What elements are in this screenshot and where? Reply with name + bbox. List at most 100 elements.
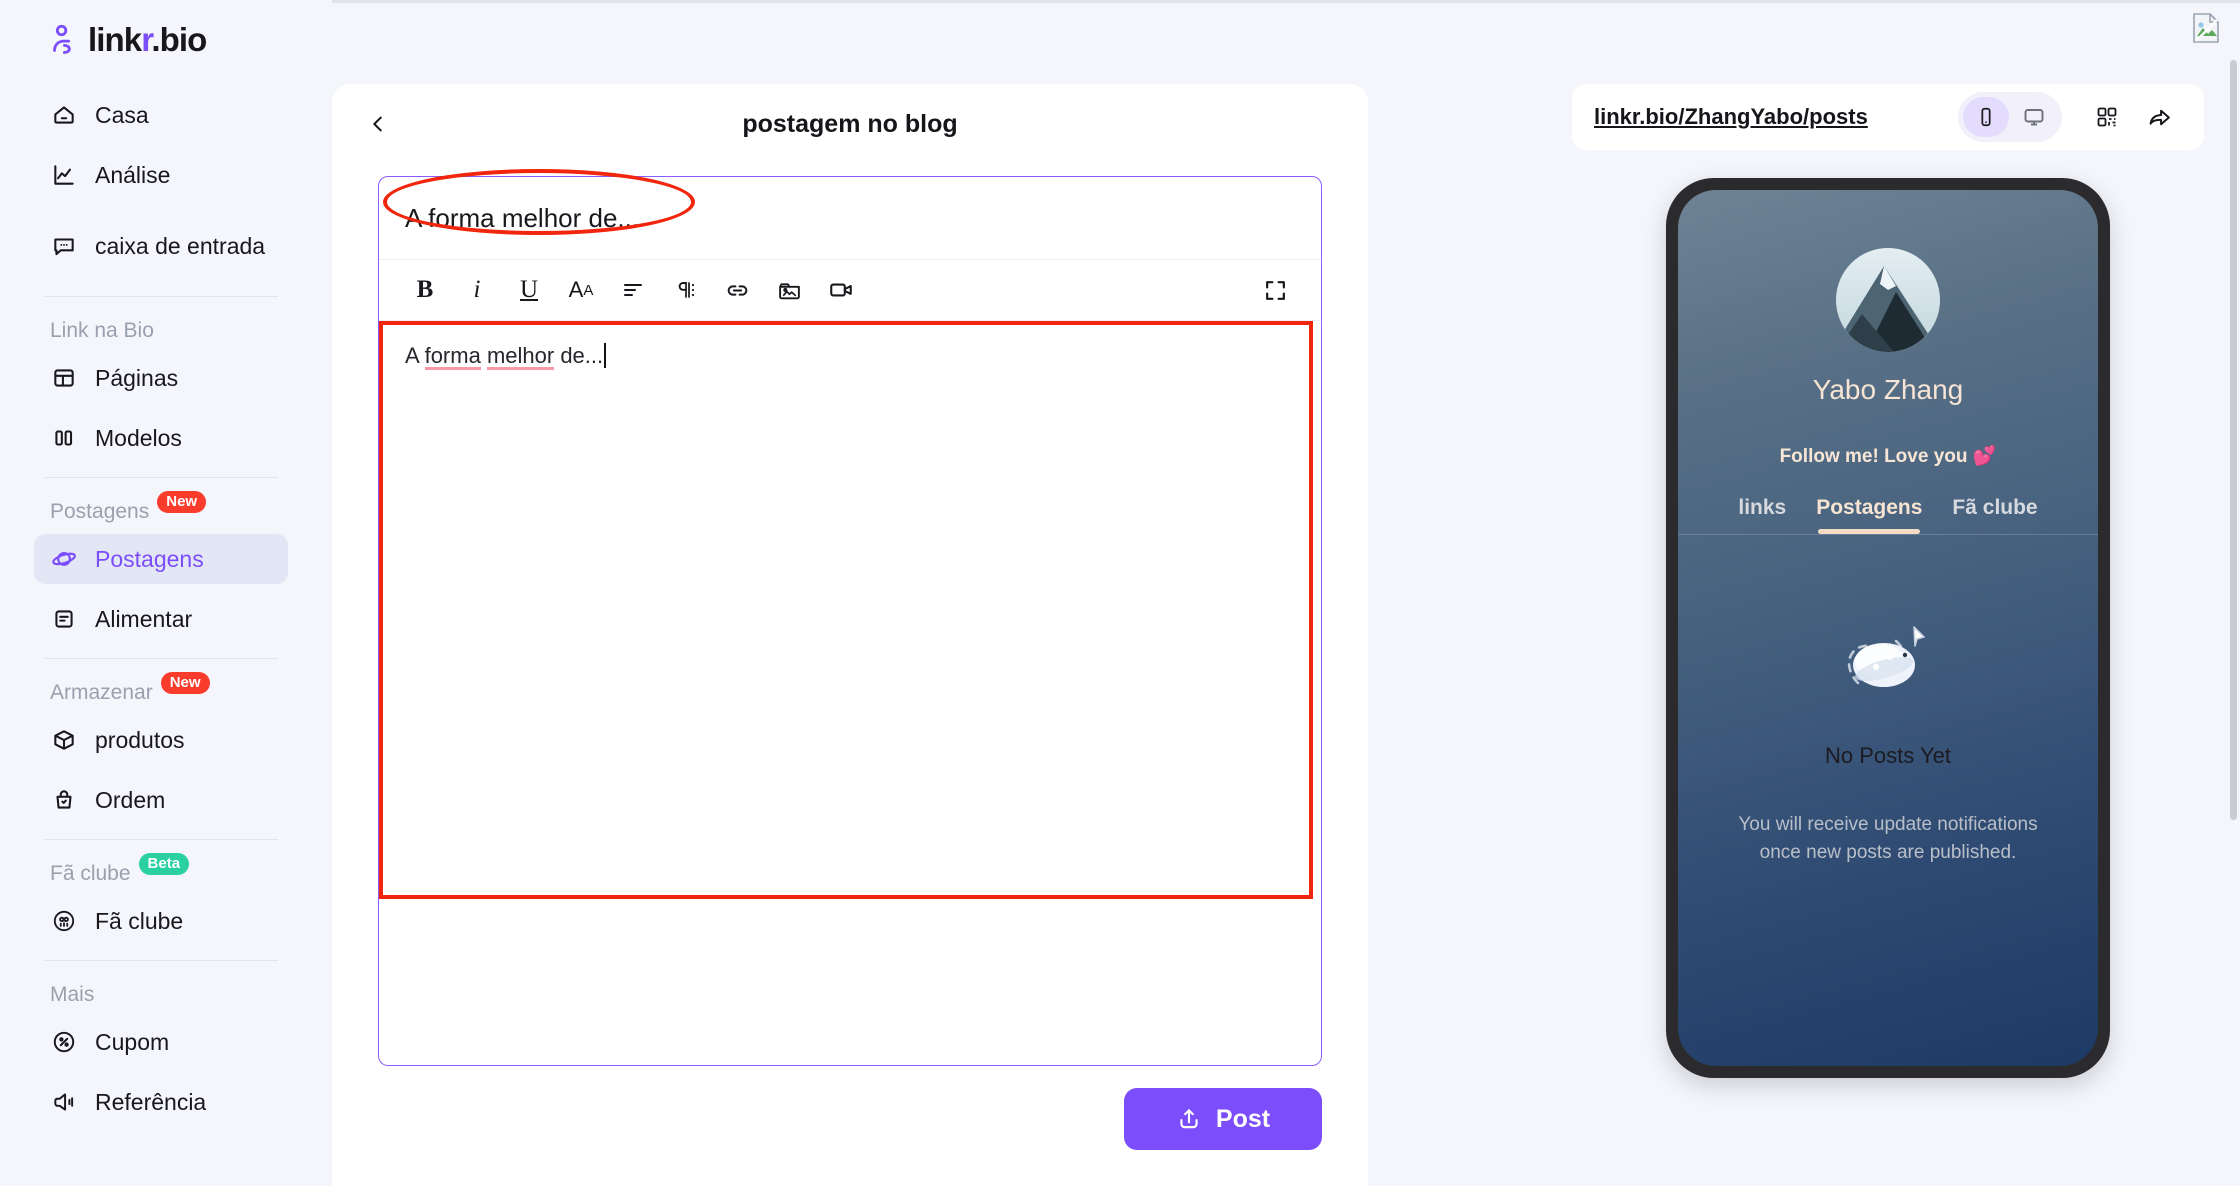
post-button[interactable]: Post: [1124, 1088, 1322, 1150]
video-icon[interactable]: [819, 268, 863, 312]
sidebar-item-fa-clube[interactable]: Fã clube: [34, 896, 288, 946]
post-title-input[interactable]: [379, 177, 1321, 259]
section-title: Link na Bio: [50, 319, 154, 342]
qr-code-icon[interactable]: [2084, 94, 2130, 140]
tab-postagens[interactable]: Postagens: [1816, 496, 1922, 534]
section-title: Armazenar: [50, 681, 153, 704]
italic-icon[interactable]: i: [455, 268, 499, 312]
share-icon[interactable]: [2136, 94, 2182, 140]
sidebar-divider: [44, 477, 278, 478]
sidebar-divider: [44, 839, 278, 840]
desktop-view-toggle[interactable]: [2011, 97, 2057, 137]
sidebar-item-label: Páginas: [95, 364, 179, 391]
beta-badge: Beta: [138, 853, 190, 875]
sidebar-item-ordem[interactable]: Ordem: [34, 775, 288, 825]
mobile-view-toggle[interactable]: [1963, 97, 2009, 137]
section-title: Postagens: [50, 500, 150, 523]
sidebar-divider: [44, 960, 278, 961]
sidebar-section-fa-clube: Fã clube Beta: [34, 853, 288, 896]
box-icon: [50, 727, 77, 754]
tab-links[interactable]: links: [1738, 496, 1786, 534]
account-avatar[interactable]: [2186, 6, 2226, 56]
section-title: Fã clube: [50, 862, 131, 885]
analytics-icon: [50, 162, 77, 189]
linkr-logo-icon: [46, 22, 80, 56]
sidebar-item-label: Ordem: [95, 786, 166, 813]
templates-icon: [50, 425, 77, 452]
sidebar-item-referencia[interactable]: Referência: [34, 1077, 288, 1127]
chevron-left-icon: [373, 116, 382, 132]
sidebar-item-caixa-de-entrada[interactable]: caixa de entrada: [34, 210, 288, 282]
sidebar-item-label: Cupom: [95, 1028, 170, 1055]
sidebar: linkr.bio Casa Análise caixa de entrada …: [0, 0, 332, 1186]
phone-frame: Yabo Zhang Follow me! Love you 💕 links P…: [1666, 178, 2110, 1078]
mountain-avatar: [1836, 248, 1940, 352]
view-mode-toggle: [1958, 92, 2062, 142]
page-scrollbar[interactable]: [2230, 60, 2237, 820]
coupon-icon: [50, 1029, 77, 1056]
preview-url-bar: linkr.bio/ZhangYabo/posts: [1572, 84, 2204, 150]
sidebar-item-casa[interactable]: Casa: [34, 90, 288, 140]
pages-icon: [50, 365, 77, 392]
app-root: linkr.bio Casa Análise caixa de entrada …: [0, 0, 2240, 1186]
body-text: A forma melhor de...: [405, 343, 604, 370]
bold-icon[interactable]: B: [403, 268, 447, 312]
brand-name: linkr.bio: [88, 20, 207, 58]
editor-toolbar: B i U AA: [379, 259, 1321, 321]
page-title: postagem no blog: [742, 109, 958, 138]
sidebar-item-label: produtos: [95, 726, 185, 753]
post-editor-card: postagem no blog B i U AA: [332, 84, 1368, 1186]
paragraph-icon[interactable]: [663, 268, 707, 312]
fullscreen-icon[interactable]: [1253, 268, 1297, 312]
sidebar-item-cupom[interactable]: Cupom: [34, 1017, 288, 1067]
profile-tabs: links Postagens Fã clube: [1678, 496, 2098, 535]
brand-logo[interactable]: linkr.bio: [34, 0, 288, 90]
sidebar-item-label: caixa de entrada: [95, 232, 266, 259]
tab-fa-clube[interactable]: Fã clube: [1952, 496, 2037, 534]
planet-illustration: [1847, 626, 1925, 687]
link-icon[interactable]: [715, 268, 759, 312]
sidebar-item-label: Referência: [95, 1088, 207, 1115]
sidebar-item-label: Postagens: [95, 545, 204, 572]
sidebar-item-produtos[interactable]: produtos: [34, 715, 288, 765]
back-button[interactable]: [356, 102, 400, 146]
sidebar-item-paginas[interactable]: Páginas: [34, 353, 288, 403]
post-button-label: Post: [1215, 1104, 1271, 1133]
section-title: Mais: [50, 983, 95, 1006]
sidebar-item-modelos[interactable]: Modelos: [34, 413, 288, 463]
composer: B i U AA: [378, 169, 1322, 1066]
annotation-rect-body: [379, 321, 1313, 899]
new-badge: New: [160, 672, 210, 694]
sidebar-item-label: Casa: [95, 101, 149, 128]
upload-icon: [1180, 1109, 1198, 1129]
main-content: postagem no blog B i U AA: [332, 0, 1536, 1186]
planet-icon: [50, 546, 77, 573]
sidebar-item-label: Modelos: [95, 424, 182, 451]
fanclub-icon: [50, 908, 77, 935]
sidebar-section-link-na-bio: Link na Bio: [34, 319, 288, 353]
font-size-icon[interactable]: AA: [559, 268, 603, 312]
post-body-editor[interactable]: A forma melhor de...: [379, 321, 1321, 1065]
home-icon: [50, 102, 77, 129]
image-icon[interactable]: [767, 268, 811, 312]
sidebar-item-label: Análise: [95, 161, 171, 188]
sidebar-item-postagens[interactable]: Postagens: [34, 534, 288, 584]
underline-icon[interactable]: U: [507, 268, 551, 312]
sidebar-section-mais: Mais: [34, 983, 288, 1017]
text-caret: [604, 343, 607, 368]
sidebar-item-analise[interactable]: Análise: [34, 150, 288, 200]
editor-header: postagem no blog: [332, 84, 1368, 164]
empty-state-title: No Posts Yet: [1825, 743, 1951, 768]
preview-panel: linkr.bio/ZhangYabo/posts Yabo Zhang Fol…: [1536, 0, 2240, 1186]
profile-name: Yabo Zhang: [1812, 374, 1964, 405]
broken-image-avatar: [2193, 13, 2219, 43]
empty-state-subtitle: You will receive update notifications on…: [1738, 814, 2038, 863]
phone-preview-wrapper: Yabo Zhang Follow me! Love you 💕 links P…: [1536, 178, 2240, 1078]
megaphone-icon: [50, 1089, 77, 1116]
preview-url-link[interactable]: linkr.bio/ZhangYabo/posts: [1594, 104, 1958, 130]
sidebar-item-alimentar[interactable]: Alimentar: [34, 594, 288, 644]
mobile-icon: [1981, 107, 1991, 127]
sidebar-divider: [44, 296, 278, 297]
align-icon[interactable]: [611, 268, 655, 312]
profile-bio: Follow me! Love you 💕: [1779, 446, 1997, 467]
